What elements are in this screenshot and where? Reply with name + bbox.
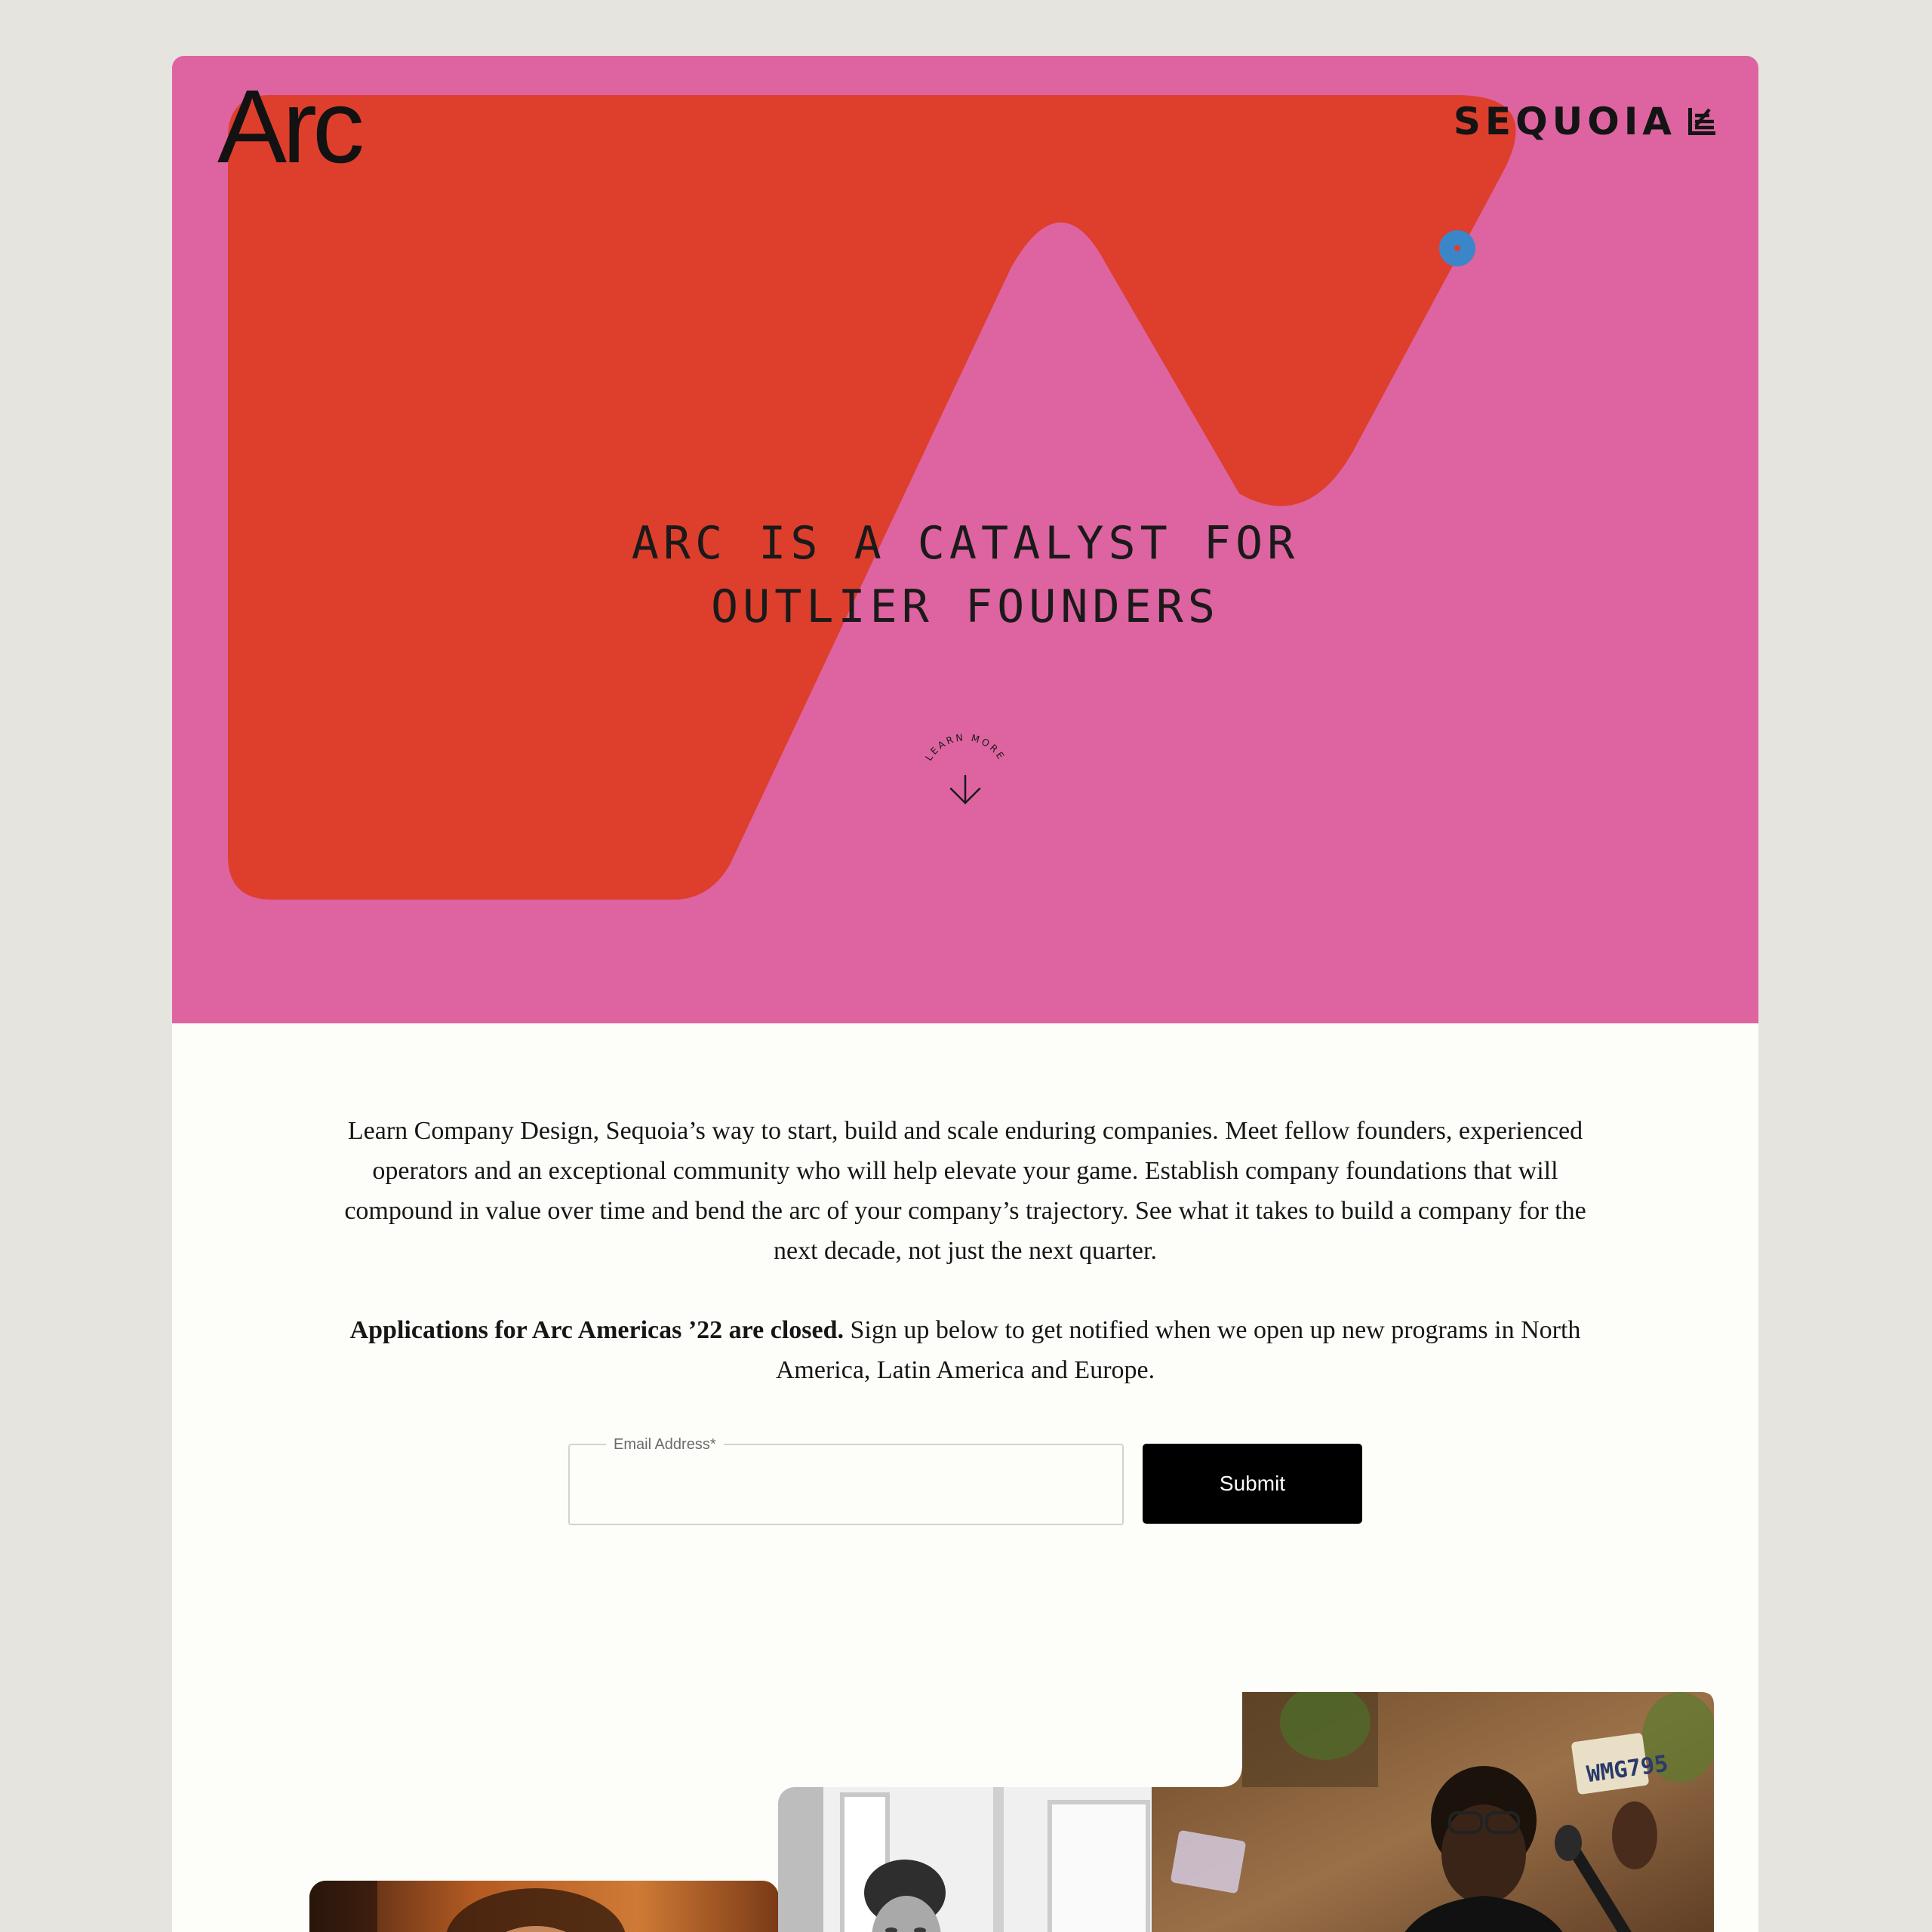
headline-line-1: ARC IS A CATALYST FOR [631, 517, 1300, 570]
svg-text:LEARN MORE: LEARN MORE [923, 731, 1008, 763]
hero-section: Arc SEQUOIA ARC IS A CATALYST FOR OUTLIE… [172, 56, 1758, 1023]
photo-founder-1 [309, 1881, 779, 1932]
arc-logo[interactable]: Arc [217, 65, 365, 190]
signup-form: Email Address* Submit [568, 1435, 1362, 1525]
application-status-bold: Applications for Arc Americas ’22 are cl… [349, 1316, 844, 1344]
photo-speaker: WMG795 [1152, 1692, 1714, 1932]
cursor-dot [1439, 230, 1475, 266]
intro-paragraph: Learn Company Design, Sequoia’s way to s… [344, 1117, 1586, 1265]
learn-more-graphic: LEARN MORE [923, 731, 1008, 804]
sequoia-leaf-icon [1688, 108, 1715, 135]
learn-more-label: LEARN MORE [923, 731, 1005, 763]
arrow-down-icon [949, 774, 981, 804]
email-input[interactable] [588, 1468, 1104, 1507]
learn-more-button[interactable]: LEARN MORE [916, 688, 1014, 809]
sequoia-logo[interactable]: SEQUOIA [1454, 100, 1717, 143]
photo-founder-2 [778, 1787, 1152, 1932]
intro-section: Learn Company Design, Sequoia’s way to s… [338, 1111, 1592, 1429]
application-status: Applications for Arc Americas ’22 are cl… [338, 1310, 1592, 1390]
sequoia-wordmark: SEQUOIA [1453, 100, 1676, 143]
submit-button[interactable]: Submit [1143, 1444, 1362, 1524]
headline-line-2: OUTLIER FOUNDERS [711, 580, 1220, 633]
application-status-text: Sign up below to get notified when we op… [775, 1316, 1581, 1384]
email-field-label: Email Address* [606, 1435, 724, 1454]
hero-headline: ARC IS A CATALYST FOR OUTLIER FOUNDERS [172, 512, 1758, 638]
page-card: Arc SEQUOIA ARC IS A CATALYST FOR OUTLIE… [172, 56, 1758, 1932]
email-field[interactable]: Email Address* [568, 1435, 1124, 1525]
